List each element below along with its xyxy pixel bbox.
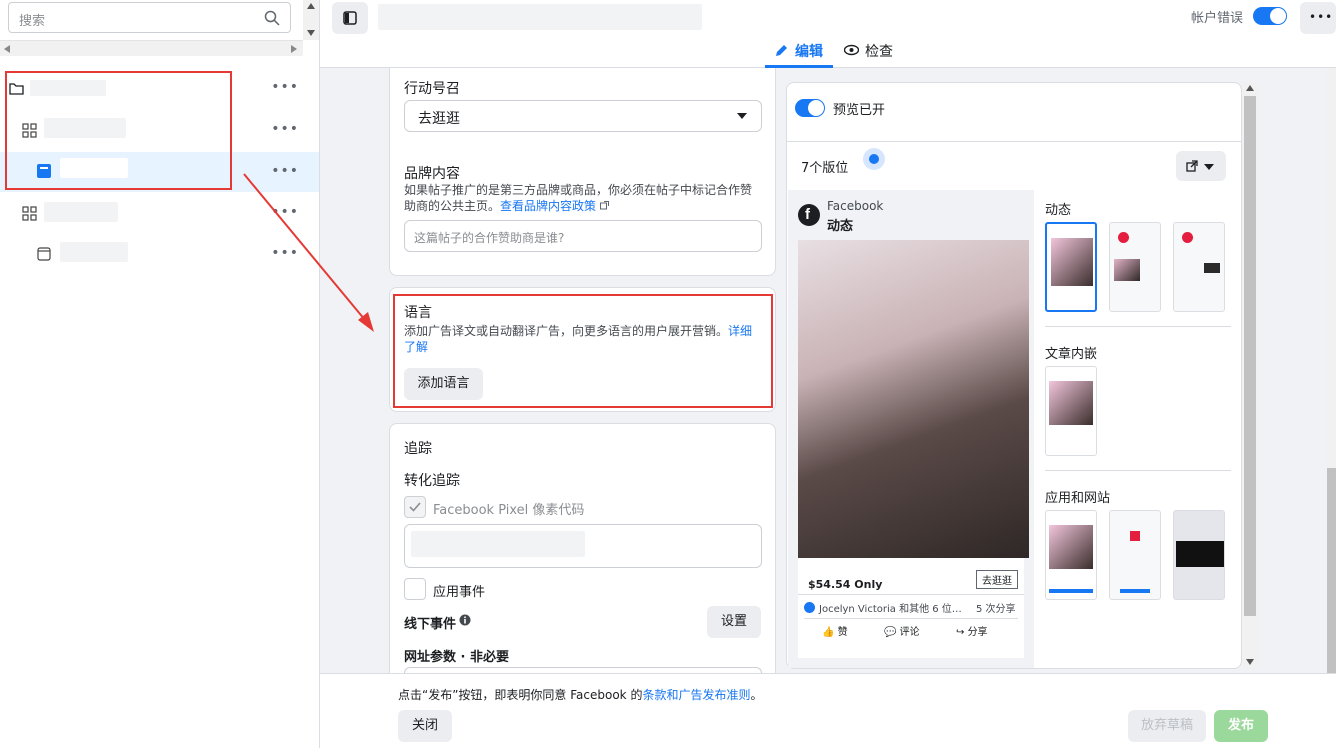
external-link-icon [599, 201, 609, 210]
chevron-down-icon [737, 113, 747, 119]
eye-icon [844, 44, 859, 56]
preview-scrollbar[interactable] [1243, 82, 1257, 669]
comment-action[interactable]: 💬 评论 [884, 623, 920, 638]
bottom-bar: 点击“发布”按钮，即表明你同意 Facebook 的条款和广告发布准则。 关闭 … [320, 673, 1336, 748]
pixel-select[interactable] [404, 524, 762, 568]
post-page-name: Facebook [827, 199, 884, 213]
post-preview: f Facebook 动态 $54.54 Only 去逛逛 Jocelyn Vi… [788, 190, 1034, 668]
pixel-checkbox[interactable] [404, 496, 426, 518]
offline-events-label: 线下事件 [404, 617, 457, 632]
preview-panel: 预览已开 7个版位 f Facebook 动态 $54.54 Only 去逛逛 … [786, 82, 1242, 669]
info-icon[interactable] [459, 614, 471, 626]
discard-draft-button[interactable]: 放弃草稿 [1128, 710, 1206, 742]
left-vertical-scrollbar[interactable] [303, 0, 319, 40]
cta-label: 行动号召 [404, 81, 460, 97]
cta-select[interactable]: 去逛逛 [404, 100, 762, 132]
url-params-label: 网址参数 · 非必要 [404, 650, 509, 665]
more-icon: ••• [1309, 10, 1334, 24]
close-button[interactable]: 关闭 [398, 710, 452, 742]
conversion-title: 转化追踪 [404, 473, 460, 489]
account-error-label: 帐户错误 [1191, 11, 1244, 26]
top-bar: 编辑 检查 帐户错误 ••• [320, 0, 1336, 68]
external-link-icon [1186, 160, 1198, 172]
placements-count: 7个版位 [801, 161, 849, 176]
sidebar-icon [343, 11, 357, 25]
group-instream: 文章内嵌 [1045, 347, 1098, 362]
ad-outline-icon [37, 247, 51, 261]
tracking-title: 追踪 [404, 441, 432, 457]
thumb-apps-3[interactable] [1173, 510, 1225, 600]
placements-area: 7个版位 f Facebook 动态 $54.54 Only 去逛逛 Jocel… [787, 141, 1241, 668]
terms-link[interactable]: 条款和广告发布准则 [642, 688, 750, 702]
shares-text: 5 次分享 [976, 604, 1016, 615]
price-text: $54.54 Only [808, 578, 883, 591]
search-input[interactable]: 搜索 [19, 10, 45, 29]
left-horizontal-scrollbar[interactable] [0, 40, 303, 56]
pixel-label: Facebook Pixel 像素代码 [433, 503, 585, 518]
like-action[interactable]: 👍 赞 [822, 623, 848, 638]
publish-button[interactable]: 发布 [1214, 710, 1268, 742]
page-scrollbar[interactable] [1327, 68, 1336, 673]
more-options-button[interactable]: ••• [1300, 2, 1336, 34]
share-action[interactable]: ↪ 分享 [956, 623, 988, 638]
brand-policy-link[interactable]: 查看品牌内容政策 [500, 199, 596, 213]
more-icon[interactable]: ••• [271, 80, 299, 94]
check-icon [409, 502, 421, 512]
chevron-down-icon [1204, 164, 1214, 170]
annotation-box [393, 294, 773, 408]
post-cta-button[interactable]: 去逛逛 [976, 570, 1018, 589]
app-events-checkbox[interactable] [404, 578, 426, 600]
like-reaction-icon [804, 602, 815, 613]
app-events-label: 应用事件 [433, 585, 486, 600]
thumb-apps-2[interactable] [1109, 510, 1161, 600]
thumb-instream[interactable] [1045, 366, 1097, 456]
search-box[interactable]: 搜索 [8, 2, 291, 33]
tracking-card: 追踪 转化追踪 Facebook Pixel 像素代码 应用事件 线下事件 设置… [389, 423, 776, 687]
pencil-icon [776, 45, 787, 56]
more-icon[interactable]: ••• [271, 122, 299, 136]
status-dot-icon [863, 148, 885, 170]
group-apps-sites: 应用和网站 [1045, 491, 1111, 506]
offline-settings-button[interactable]: 设置 [707, 606, 761, 638]
left-panel: 搜索 ••• ••• ••• ••• ••• [0, 0, 320, 748]
post-section: 动态 [827, 219, 854, 234]
group-feeds: 动态 [1045, 203, 1072, 218]
toggle-panel-button[interactable] [332, 2, 368, 34]
facebook-logo-icon: f [798, 204, 820, 226]
tab-review[interactable]: 检查 [840, 38, 900, 68]
brand-title: 品牌内容 [404, 166, 460, 182]
preview-toggle[interactable] [795, 99, 825, 117]
post-image [798, 240, 1029, 558]
terms-text: 点击“发布”按钮，即表明你同意 Facebook 的条款和广告发布准则。 [398, 688, 763, 702]
account-error-toggle[interactable] [1253, 7, 1287, 25]
cta-brand-card: 行动号召 去逛逛 品牌内容 如果帖子推广的是第三方品牌或商品，你必须在帖子中标记… [389, 68, 776, 276]
post-footer: $54.54 Only 去逛逛 Jocelyn Victoria 和其他 6 位… [798, 558, 1024, 658]
sponsor-input[interactable]: 这篇帖子的合作赞助商是谁? [404, 220, 762, 252]
reactions-text: Jocelyn Victoria 和其他 6 位… [819, 604, 962, 615]
thumb-feed-3[interactable] [1173, 222, 1225, 312]
thumb-apps-1[interactable] [1045, 510, 1097, 600]
open-preview-button[interactable] [1176, 151, 1226, 181]
annotation-box [5, 71, 232, 190]
brand-description: 如果帖子推广的是第三方品牌或商品，你必须在帖子中标记合作赞助商的公共主页。查看品… [404, 183, 753, 213]
tab-edit[interactable]: 编辑 [765, 38, 833, 68]
preview-on-label: 预览已开 [833, 103, 886, 118]
thumb-feed-selected[interactable] [1045, 222, 1097, 312]
search-icon[interactable] [264, 10, 280, 30]
thumb-feed-2[interactable] [1109, 222, 1161, 312]
annotation-arrow [243, 173, 374, 332]
grid-icon [22, 206, 37, 221]
